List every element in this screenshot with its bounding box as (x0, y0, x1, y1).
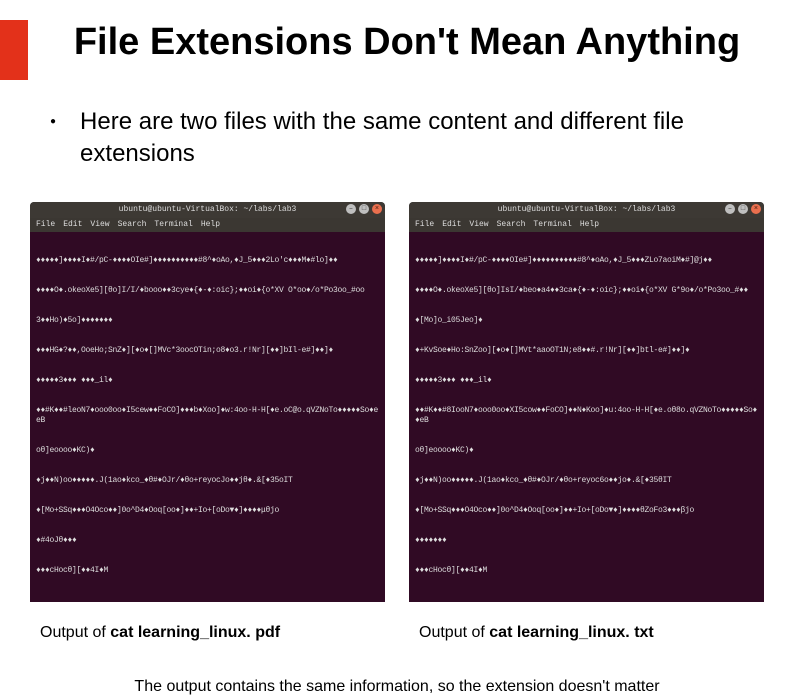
window-minimize-icon: – (346, 204, 356, 214)
captions-row: Output of cat learning_linux. pdf Output… (0, 610, 794, 642)
window-maximize-icon: □ (738, 204, 748, 214)
bullet-text: Here are two files with the same content… (80, 106, 734, 171)
menu-search: Search (497, 220, 526, 230)
terminal-line: ♦j♦♦N)oo♦♦♦♦♦.J(1ao♦kco_♦θ#♦OJr/♦θo+reyo… (36, 476, 379, 486)
terminal-right-wrap: ubuntu@ubuntu-VirtualBox: ~/labs/lab3 – … (409, 202, 764, 602)
terminal-right-titlebar: ubuntu@ubuntu-VirtualBox: ~/labs/lab3 – … (409, 202, 764, 218)
terminal-line: ♦♦♦♦O♦.okeoXe5][θo]IsI/♦beo♦a4♦♦3ca♦{♦-♦… (415, 286, 758, 296)
terminal-left-title-text: ubuntu@ubuntu-VirtualBox: ~/labs/lab3 (30, 205, 385, 215)
terminal-line: ♦♦#K♦♦#8IooN7♦ooo0oo♦XI5cow♦♦FoCO]♦♦N♦Ko… (415, 406, 758, 426)
terminal-line: ♦♦♦♦♦3♦♦♦ ♦♦♦_il♦ (36, 376, 379, 386)
window-minimize-icon: – (725, 204, 735, 214)
terminal-left-body: ♦♦♦♦♦]♦♦♦♦I♦#/pC-♦♦♦♦OIe#]♦♦♦♦♦♦♦♦♦♦#8^♦… (30, 232, 385, 602)
caption-right-bold: cat learning_linux. txt (489, 624, 653, 641)
menu-file: File (36, 220, 55, 230)
caption-right-prefix: Output of (419, 624, 489, 641)
footer-text: The output contains the same information… (0, 642, 794, 696)
menu-edit: Edit (63, 220, 82, 230)
menu-file: File (415, 220, 434, 230)
menu-search: Search (118, 220, 147, 230)
window-controls: – □ × (346, 204, 382, 214)
menu-terminal: Terminal (154, 220, 192, 230)
terminal-line: ♦♦♦cHocθ][♦♦4I♦M (36, 566, 379, 576)
accent-red-block (0, 20, 28, 80)
caption-right: Output of cat learning_linux. txt (409, 624, 764, 642)
window-controls: – □ × (725, 204, 761, 214)
title-area: File Extensions Don't Mean Anything (0, 0, 794, 76)
bullet-dot: ● (50, 116, 56, 171)
menu-view: View (469, 220, 488, 230)
terminal-line: ♦+KvSoe♦Ho:SnZoo][♦o♦[]MVt*aaoOT1N;e8♦♦#… (415, 346, 758, 356)
terminal-left-titlebar: ubuntu@ubuntu-VirtualBox: ~/labs/lab3 – … (30, 202, 385, 218)
terminal-line: oθ]eoooo♦KC)♦ (36, 446, 379, 456)
bullet-row: ● Here are two files with the same conte… (0, 76, 794, 191)
terminal-line: ♦♦♦HG♦?♦♦,OoeHo;SnZ♦][♦o♦[]MVc*3oocOTin;… (36, 346, 379, 356)
menu-view: View (90, 220, 109, 230)
terminal-line: ♦[Mo+SSq♦♦♦O4Oco♦♦]0o^D4♦Ooq[oo♦]♦♦+Io+[… (36, 506, 379, 516)
menu-help: Help (580, 220, 599, 230)
terminal-line: ♦♦♦♦♦3♦♦♦ ♦♦♦_il♦ (415, 376, 758, 386)
terminal-left-menubar: File Edit View Search Terminal Help (30, 218, 385, 232)
terminal-line: ♦♦♦♦♦]♦♦♦♦I♦#/pC-♦♦♦♦OIe#]♦♦♦♦♦♦♦♦♦♦#8^♦… (36, 256, 379, 266)
terminal-left: ubuntu@ubuntu-VirtualBox: ~/labs/lab3 – … (30, 202, 385, 602)
terminal-screenshots: ubuntu@ubuntu-VirtualBox: ~/labs/lab3 – … (0, 190, 794, 610)
terminal-right-body: ♦♦♦♦♦]♦♦♦♦I♦#/pC-♦♦♦♦OIe#]♦♦♦♦♦♦♦♦♦♦#8^♦… (409, 232, 764, 602)
terminal-right-title-text: ubuntu@ubuntu-VirtualBox: ~/labs/lab3 (409, 205, 764, 215)
terminal-line: ♦j♦♦N)oo♦♦♦♦♦.J(1ao♦kco_♦θ#♦OJr/♦θo+reyo… (415, 476, 758, 486)
caption-left-bold: cat learning_linux. pdf (110, 624, 280, 641)
terminal-left-wrap: ubuntu@ubuntu-VirtualBox: ~/labs/lab3 – … (30, 202, 385, 602)
window-close-icon: × (751, 204, 761, 214)
terminal-line: ♦♦♦♦♦♦♦ (415, 536, 758, 546)
terminal-line: 3♦♦Ho)♦5o]♦♦♦♦♦♦♦ (36, 316, 379, 326)
caption-left: Output of cat learning_linux. pdf (30, 624, 385, 642)
caption-left-prefix: Output of (40, 624, 110, 641)
terminal-right: ubuntu@ubuntu-VirtualBox: ~/labs/lab3 – … (409, 202, 764, 602)
terminal-line: ♦#4oJθ♦♦♦ (36, 536, 379, 546)
terminal-line: ♦♦♦♦♦]♦♦♦♦I♦#/pC-♦♦♦♦OIe#]♦♦♦♦♦♦♦♦♦♦#8^♦… (415, 256, 758, 266)
page-title: File Extensions Don't Mean Anything (60, 20, 754, 66)
terminal-line: ♦[Mo+SSq♦♦♦O4Oco♦♦]0o^D4♦Ooq[oo♦]♦♦+Io+[… (415, 506, 758, 516)
terminal-line: ♦♦♦cHocθ][♦♦4I♦M (415, 566, 758, 576)
terminal-line: oθ]eoooo♦KC)♦ (415, 446, 758, 456)
menu-terminal: Terminal (533, 220, 571, 230)
menu-edit: Edit (442, 220, 461, 230)
terminal-line: ♦♦♦♦O♦.okeoXe5][θo]I/I/♦booo♦♦3cye♦{♦-♦:… (36, 286, 379, 296)
terminal-line: ♦♦#K♦♦#leoN7♦ooo0oo♦I5cew♦♦FoCO]♦♦♦b♦Xoo… (36, 406, 379, 426)
terminal-line: ♦[Mo]o_i05Jeo]♦ (415, 316, 758, 326)
window-maximize-icon: □ (359, 204, 369, 214)
window-close-icon: × (372, 204, 382, 214)
terminal-right-menubar: File Edit View Search Terminal Help (409, 218, 764, 232)
menu-help: Help (201, 220, 220, 230)
